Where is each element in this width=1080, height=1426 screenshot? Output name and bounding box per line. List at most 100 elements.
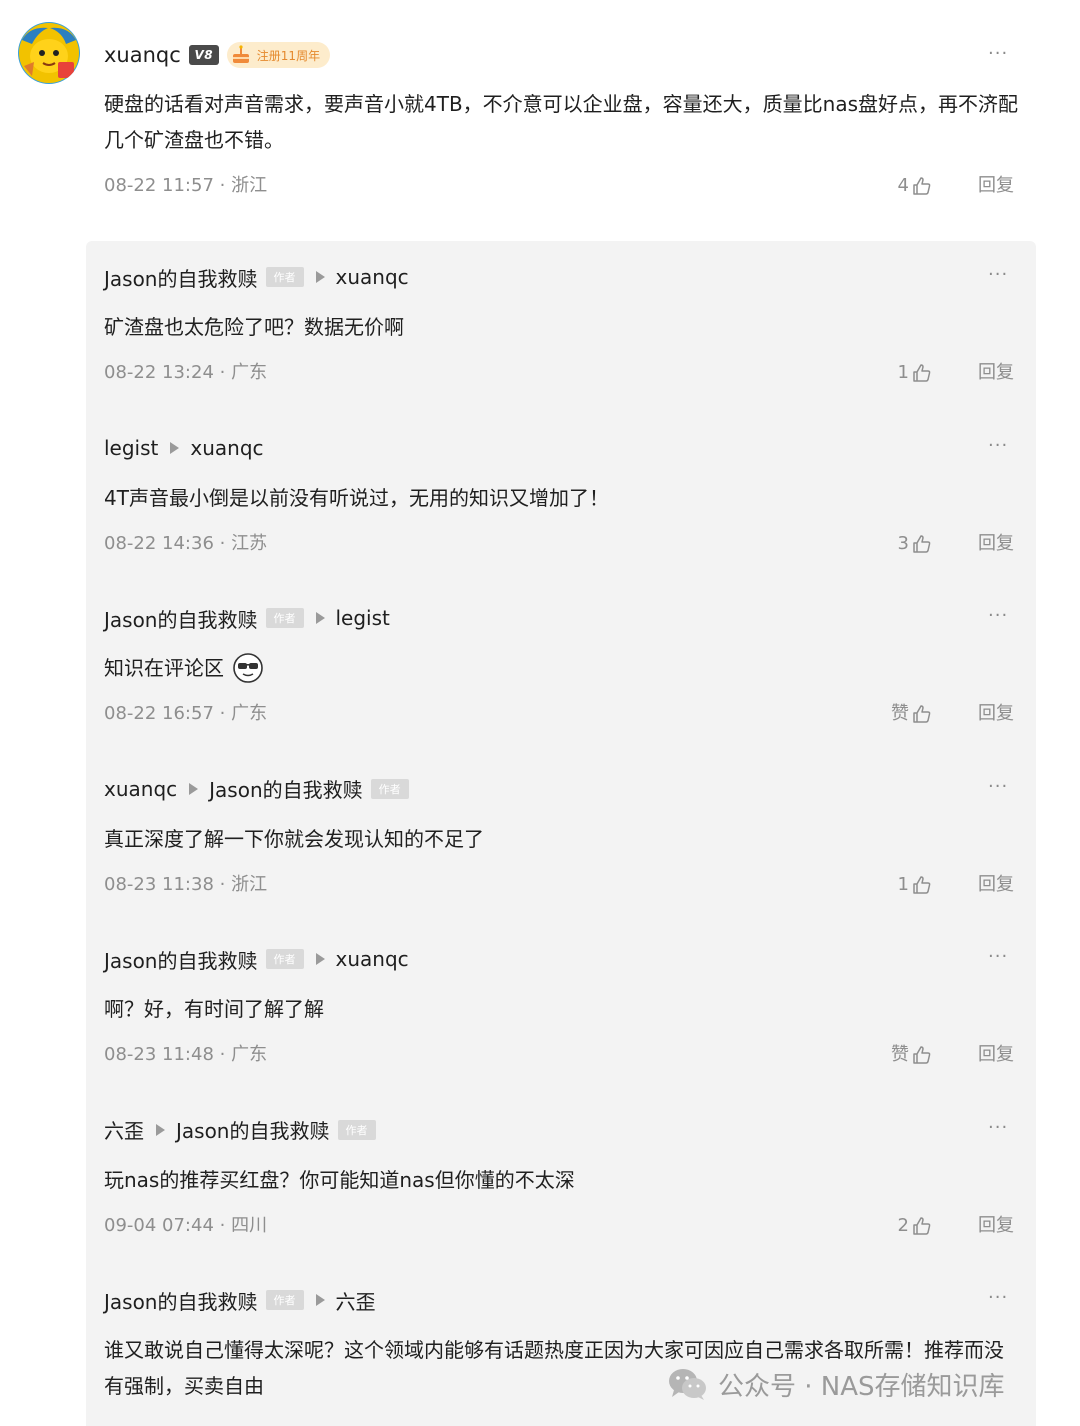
reply-to-arrow-icon [315, 1294, 325, 1306]
reply-to-user[interactable]: Jason的自我救赎 [176, 1115, 330, 1144]
like-button[interactable]: 3 [898, 529, 932, 559]
author-tag: 作者 [370, 778, 409, 799]
meta-separator: · [213, 1044, 232, 1065]
reply-header: Jason的自我救赎 作者 xuanqc [104, 261, 409, 293]
level-badge: V8 [188, 45, 219, 65]
author-tag: 作者 [265, 608, 304, 628]
reply-text: 啊？好，有时间了解了解 [104, 997, 324, 1021]
reply-date: 08-22 16:57 [104, 703, 214, 724]
reply-to-arrow-icon [315, 271, 325, 283]
reply-button[interactable]: 回复 [978, 1211, 1014, 1241]
thumbs-up-icon [913, 1046, 931, 1064]
reply-date: 08-22 14:36 [104, 532, 214, 554]
watermark-text: 公众号 · NAS存储知识库 [718, 1371, 1005, 1402]
reply-location: 广东 [231, 1044, 268, 1065]
like-button[interactable]: 赞 [891, 699, 932, 729]
reply-to-user[interactable]: xuanqc [336, 947, 409, 971]
more-options-icon[interactable]: ··· [988, 435, 1008, 456]
reply-from-user[interactable]: Jason的自我救赎 [104, 945, 258, 974]
reply-meta: 08-22 16:57 · 广东 赞 回复 [104, 699, 1014, 729]
thumbs-up-icon [913, 705, 931, 723]
comment-date: 08-22 11:57 [104, 175, 214, 196]
like-button[interactable]: 赞 [891, 1040, 932, 1070]
reply-location: 浙江 [231, 873, 268, 895]
more-options-icon[interactable]: ··· [988, 265, 1008, 285]
reply-meta: 08-22 13:24 · 广东 1 回复 [104, 358, 1014, 388]
reply-from-user[interactable]: Jason的自我救赎 [104, 604, 258, 633]
like-count: 1 [897, 873, 909, 895]
comment-meta: 08-22 11:57 · 浙江 4 回复 [104, 171, 1014, 201]
wechat-icon [669, 1369, 706, 1400]
meta-separator: · [213, 175, 232, 196]
reply-text-container: 矿渣盘也太危险了吧？数据无价啊 [104, 309, 1014, 345]
meta-separator: · [213, 703, 232, 724]
author-tag: 作者 [265, 949, 304, 969]
reply-header: xuanqc Jason的自我救赎 作者 [104, 773, 409, 805]
more-options-icon[interactable]: ··· [988, 947, 1008, 967]
reply-to-user[interactable]: legist [336, 606, 390, 630]
username[interactable]: xuanqc [104, 38, 181, 72]
like-count: 2 [897, 1214, 909, 1236]
reply-header: Jason的自我救赎 作者 六歪 [104, 1284, 376, 1316]
anniversary-label: 注册11周年 [256, 48, 321, 63]
reply-text: 知识在评论区 [104, 656, 224, 680]
reply-to-user[interactable]: 六歪 [336, 1286, 376, 1315]
more-options-icon[interactable]: ··· [988, 44, 1010, 64]
reply-button[interactable]: 回复 [978, 1040, 1014, 1070]
more-options-icon[interactable]: ··· [988, 1117, 1008, 1138]
reply-to-arrow-icon [170, 441, 180, 454]
like-count: 赞 [891, 703, 909, 724]
like-button[interactable]: 4 [898, 171, 932, 201]
reply-to-arrow-icon [156, 1123, 165, 1136]
avatar-image [18, 22, 80, 84]
more-options-icon[interactable]: ··· [988, 776, 1008, 797]
reply-from-user[interactable]: Jason的自我救赎 [104, 1286, 258, 1315]
author-tag: 作者 [337, 1119, 376, 1140]
thumbs-up-icon [913, 1216, 931, 1235]
reply-button[interactable]: 回复 [978, 171, 1014, 201]
like-button[interactable]: 1 [898, 358, 932, 388]
reply-button[interactable]: 回复 [978, 870, 1014, 900]
reply-text: 玩nas的推荐买红盘？你可能知道nas但你懂的不太深 [104, 1167, 575, 1192]
reply-to-user[interactable]: xuanqc [190, 436, 263, 460]
reply-meta: 08-23 11:48 · 广东 赞 回复 [104, 1040, 1014, 1070]
reply-to-user[interactable]: Jason的自我救赎 [209, 774, 363, 803]
meta-separator: · [213, 873, 232, 895]
author-tag: 作者 [265, 267, 304, 287]
reply-to-user[interactable]: xuanqc [336, 265, 409, 289]
reply-text: 4T声音最小倒是以前没有听说过，无用的知识又增加了！ [104, 485, 609, 510]
thumbs-up-icon [913, 875, 931, 894]
reply-to-arrow-icon [315, 612, 325, 624]
reply-text-container: 知识在评论区 [104, 650, 1014, 686]
reply-from-user[interactable]: legist [104, 436, 158, 460]
reply-from-user[interactable]: xuanqc [104, 777, 177, 801]
more-options-icon[interactable]: ··· [988, 1288, 1008, 1308]
meta-separator: · [213, 532, 232, 554]
reply-from-user[interactable]: 六歪 [104, 1115, 144, 1144]
reply-button[interactable]: 回复 [978, 358, 1014, 388]
reply-header: 六歪 Jason的自我救赎 作者 [104, 1114, 376, 1146]
more-options-icon[interactable]: ··· [988, 606, 1008, 626]
sunglasses-emoji-icon [233, 653, 263, 683]
reply-button[interactable]: 回复 [978, 529, 1014, 559]
comment-header: xuanqc V8 注册11周年 [104, 38, 331, 72]
comment-location: 浙江 [231, 175, 268, 196]
reply-date: 08-23 11:48 [104, 1044, 214, 1065]
reply-text: 矿渣盘也太危险了吧？数据无价啊 [104, 315, 404, 339]
reply-date: 09-04 07:44 [104, 1214, 214, 1236]
meta-separator: · [213, 362, 232, 383]
like-button[interactable]: 2 [898, 1211, 932, 1241]
reply-text-container: 真正深度了解一下你就会发现认知的不足了 [104, 821, 1014, 857]
reply-from-user[interactable]: Jason的自我救赎 [104, 263, 258, 292]
reply-to-arrow-icon [315, 953, 325, 965]
reply-location: 四川 [231, 1214, 268, 1236]
avatar[interactable] [18, 22, 80, 84]
reply-to-arrow-icon [189, 782, 199, 795]
top-comment: xuanqc V8 注册11周年 ··· 硬盘的话看对声音需求，要声音小就4TB… [0, 0, 1080, 215]
reply-location: 广东 [231, 362, 268, 383]
reply-meta: 08-22 14:36 · 江苏 3 回复 [104, 529, 1014, 559]
like-button[interactable]: 1 [898, 870, 932, 900]
reply-button[interactable]: 回复 [978, 699, 1014, 729]
reply-item: Jason的自我救赎 作者 xuanqc ··· 啊？好，有时间了解了解 08-23 11… [86, 923, 1036, 1093]
reply-location: 广东 [231, 703, 268, 724]
